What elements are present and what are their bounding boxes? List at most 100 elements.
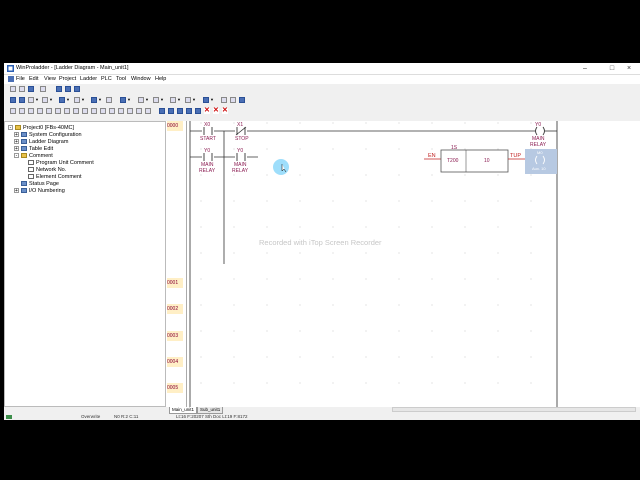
table-icon[interactable] — [170, 97, 176, 103]
menu-bar: File Edit View Project Ladder PLC Tool W… — [4, 75, 640, 84]
coil-icon[interactable] — [46, 108, 52, 114]
timer-icon[interactable] — [109, 108, 115, 114]
stop-icon[interactable] — [120, 97, 126, 103]
menu-window[interactable]: Window — [131, 76, 151, 82]
hline-icon[interactable] — [82, 108, 88, 114]
run-icon[interactable] — [74, 97, 80, 103]
move-icon[interactable] — [145, 108, 151, 114]
mdi-icon[interactable] — [8, 76, 14, 84]
contact-no-icon[interactable] — [10, 108, 16, 114]
chevron-down-icon[interactable]: ▼ — [192, 97, 196, 103]
horizontal-scrollbar[interactable] — [392, 407, 636, 412]
redo-icon[interactable] — [19, 97, 25, 103]
menu-project[interactable]: Project — [59, 76, 76, 82]
menu-file[interactable]: File — [16, 76, 25, 82]
new-icon[interactable] — [10, 86, 16, 92]
tree-item-status-page[interactable]: Status Page — [21, 181, 59, 188]
chevron-down-icon[interactable]: ▼ — [177, 97, 181, 103]
insert-col-icon[interactable] — [168, 108, 174, 114]
menu-help[interactable]: Help — [155, 76, 166, 82]
find-icon[interactable] — [28, 97, 34, 103]
tree-item-comment[interactable]: - Comment — [14, 153, 53, 160]
tree-item-label: Element Comment — [36, 174, 82, 180]
coil-not-icon[interactable] — [55, 108, 61, 114]
close-window-button[interactable]: × — [618, 63, 640, 74]
contact-x1[interactable] — [235, 126, 247, 136]
set-icon[interactable] — [185, 97, 191, 103]
contact-up-icon[interactable] — [28, 108, 34, 114]
tree-item-table-edit[interactable]: + Table Edit — [14, 146, 53, 153]
close-icon[interactable]: ✕ — [222, 107, 228, 114]
menu-edit[interactable]: Edit — [29, 76, 38, 82]
chevron-down-icon[interactable]: ▼ — [98, 97, 102, 103]
branch-contact-y0[interactable] — [202, 153, 214, 161]
online-icon[interactable] — [106, 97, 112, 103]
tree-item-network-no[interactable]: Network No. — [28, 167, 66, 174]
insert-net-icon[interactable] — [177, 108, 183, 114]
tab-sub-unit1[interactable]: Sub_unit1 — [197, 407, 224, 414]
print-icon[interactable] — [40, 86, 46, 92]
cut-icon[interactable] — [56, 86, 62, 92]
contact-down-icon[interactable] — [37, 108, 43, 114]
list-icon[interactable] — [221, 97, 227, 103]
save-icon[interactable] — [28, 86, 34, 92]
menu-plc[interactable]: PLC — [101, 76, 112, 82]
delete-col-icon[interactable] — [195, 108, 201, 114]
toolbar-row-3: ✕ ✕ ✕ — [4, 107, 640, 116]
watch-icon[interactable] — [153, 97, 159, 103]
chevron-down-icon[interactable]: ▼ — [49, 97, 53, 103]
chevron-down-icon[interactable]: ▼ — [210, 97, 214, 103]
tree-root[interactable]: - Project0 [FBs-40MC] — [8, 125, 74, 132]
device-icon[interactable] — [138, 97, 144, 103]
chevron-down-icon[interactable]: ▼ — [145, 97, 149, 103]
tree-item-element-comment[interactable]: Element Comment — [28, 174, 82, 181]
grid-icon[interactable] — [230, 97, 236, 103]
counter-icon[interactable] — [118, 108, 124, 114]
compile-icon[interactable] — [59, 97, 65, 103]
window-icon[interactable] — [239, 97, 245, 103]
menu-ladder[interactable]: Ladder — [80, 76, 97, 82]
contact-y0-2[interactable] — [235, 153, 247, 161]
monitor-icon[interactable] — [91, 97, 97, 103]
insert-row-icon[interactable] — [159, 108, 165, 114]
compare-icon[interactable] — [127, 108, 133, 114]
copy-icon[interactable] — [65, 86, 71, 92]
delete-net-icon[interactable]: ✕ — [213, 107, 219, 114]
tree-item-program-unit-comment[interactable]: Program Unit Comment — [28, 160, 94, 167]
chevron-down-icon[interactable]: ▼ — [66, 97, 70, 103]
contact-x0[interactable] — [202, 127, 214, 135]
reset-coil-icon[interactable] — [73, 108, 79, 114]
delete-icon[interactable]: ✕ — [204, 107, 210, 114]
delete-row-icon[interactable] — [186, 108, 192, 114]
paste-icon[interactable] — [74, 86, 80, 92]
ladder-editor[interactable]: 0000 0001 0002 0003 0004 0005 X0 START X… — [166, 121, 640, 407]
coil-y0[interactable] — [535, 126, 545, 136]
expand-icon[interactable]: + — [14, 139, 19, 145]
chevron-down-icon[interactable]: ▼ — [160, 97, 164, 103]
minimize-button[interactable]: – — [574, 63, 596, 74]
tree-item-system-configuration[interactable]: + System Configuration — [14, 132, 82, 139]
chevron-down-icon[interactable]: ▼ — [127, 97, 131, 103]
funcblock-icon[interactable] — [100, 108, 106, 114]
plc-icon[interactable] — [203, 97, 209, 103]
tree-item-ladder-diagram[interactable]: + Ladder Diagram — [14, 139, 68, 146]
expand-icon[interactable]: + — [14, 132, 19, 138]
undo-icon[interactable] — [10, 97, 16, 103]
tab-main-unit1[interactable]: Main_unit1 — [169, 407, 198, 414]
menu-view[interactable]: View — [44, 76, 56, 82]
open-icon[interactable] — [19, 86, 25, 92]
set-coil-icon[interactable] — [64, 108, 70, 114]
menu-tool[interactable]: Tool — [116, 76, 126, 82]
expand-icon[interactable]: + — [14, 188, 19, 194]
expand-icon[interactable]: + — [14, 146, 19, 152]
collapse-icon[interactable]: - — [14, 153, 19, 159]
contact-nc-icon[interactable] — [19, 108, 25, 114]
zoom-icon[interactable] — [42, 97, 48, 103]
tree-item-io-numbering[interactable]: + I/O Numbering — [14, 188, 65, 195]
chevron-down-icon[interactable]: ▼ — [35, 97, 39, 103]
collapse-icon[interactable]: - — [8, 125, 13, 131]
math-icon[interactable] — [136, 108, 142, 114]
document-icon — [28, 174, 34, 180]
vline-icon[interactable] — [91, 108, 97, 114]
chevron-down-icon[interactable]: ▼ — [81, 97, 85, 103]
